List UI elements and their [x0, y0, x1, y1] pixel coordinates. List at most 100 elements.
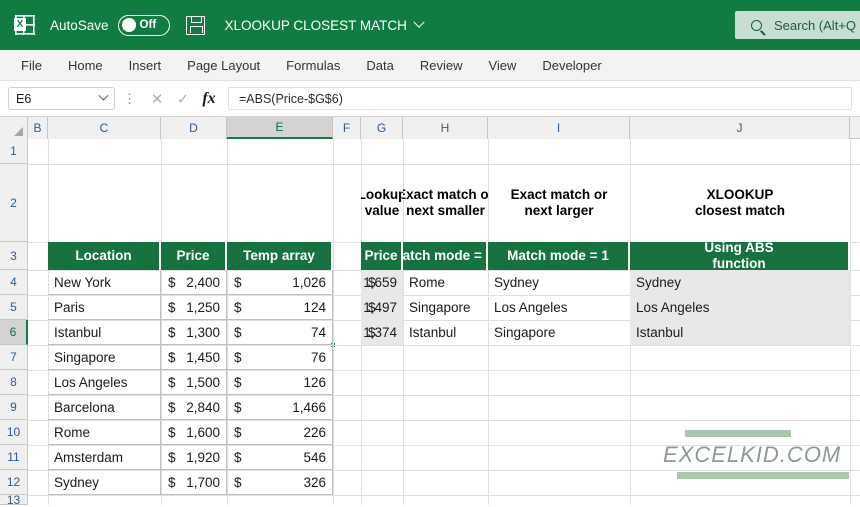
cell-location[interactable]: Amsterdam — [48, 445, 161, 470]
select-all-corner[interactable] — [0, 117, 28, 139]
left-header-D[interactable]: Price — [161, 242, 227, 270]
name-box[interactable]: E6 — [8, 87, 115, 110]
cell-lookup-price[interactable]: $1,659 — [361, 270, 403, 295]
column-header-H[interactable]: H — [403, 117, 488, 139]
column-header-E[interactable]: E — [227, 117, 333, 139]
ribbon-tab-page-layout[interactable]: Page Layout — [174, 58, 273, 73]
cell-line: Using ABS — [704, 242, 774, 256]
column-header-D[interactable]: D — [161, 117, 227, 139]
cell-temp-array[interactable]: $226 — [227, 420, 333, 445]
cell-value: 226 — [303, 424, 326, 440]
left-header-C[interactable]: Location — [48, 242, 161, 270]
right-header-J[interactable]: Using ABS function — [630, 242, 850, 270]
cell-temp-array[interactable]: $76 — [227, 345, 333, 370]
cell-price[interactable]: $1,300 — [161, 320, 227, 345]
right-caption-G[interactable]: Lookup value — [361, 164, 403, 242]
row-header-11[interactable]: 11 — [0, 445, 28, 470]
right-header-G[interactable]: Price — [361, 242, 403, 270]
cell-location[interactable]: Los Angeles — [48, 370, 161, 395]
cell-location[interactable]: New York — [48, 270, 161, 295]
cell-price[interactable]: $1,700 — [161, 470, 227, 495]
cell-match-larger[interactable]: Los Angeles — [488, 295, 630, 320]
sheet-cells[interactable]: EXCELKID.COM Location Price Temp array New … — [28, 139, 860, 505]
cell-temp-array[interactable]: $546 — [227, 445, 333, 470]
row-header-6[interactable]: 6 — [0, 320, 28, 345]
formula-bar-grip: ⋮ — [123, 91, 136, 106]
cell-location[interactable]: Rome — [48, 420, 161, 445]
row-header-3[interactable]: 3 — [0, 242, 28, 270]
cell-location[interactable]: Singapore — [48, 345, 161, 370]
cell-temp-array[interactable]: $126 — [227, 370, 333, 395]
formula-input[interactable]: =ABS(Price-$G$6) — [228, 87, 852, 110]
cell-abs-match[interactable]: Los Angeles — [630, 295, 850, 320]
cell-temp-array[interactable]: $1,466 — [227, 395, 333, 420]
cancel-x-icon[interactable]: ✕ — [144, 90, 170, 108]
cell-match-smaller[interactable]: Rome — [403, 270, 488, 295]
confirm-check-icon[interactable]: ✓ — [170, 90, 196, 108]
right-caption-J[interactable]: XLOOKUP closest match — [630, 164, 850, 242]
cell-location[interactable]: Paris — [48, 295, 161, 320]
cell-price[interactable]: $1,920 — [161, 445, 227, 470]
autosave-toggle[interactable]: Off — [117, 14, 170, 36]
cell-price[interactable]: $1,500 — [161, 370, 227, 395]
ribbon-tab-home[interactable]: Home — [55, 58, 116, 73]
cell-match-smaller[interactable]: Istanbul — [403, 320, 488, 345]
right-header-I[interactable]: Match mode = 1 — [488, 242, 630, 270]
ribbon-tab-insert[interactable]: Insert — [116, 58, 175, 73]
right-caption-H[interactable]: Exact match ornext smaller — [403, 164, 488, 242]
row-header-2[interactable]: 2 — [0, 164, 28, 242]
cell-price[interactable]: $1,450 — [161, 345, 227, 370]
row-header-5[interactable]: 5 — [0, 295, 28, 320]
search-input[interactable]: Search (Alt+Q — [735, 11, 860, 39]
right-caption-I[interactable]: Exact match or next larger — [488, 164, 630, 242]
cell-match-larger[interactable]: Sydney — [488, 270, 630, 295]
row-header-7[interactable]: 7 — [0, 345, 28, 370]
cell-price[interactable]: $2,840 — [161, 395, 227, 420]
cell-temp-array[interactable]: $74 — [227, 320, 333, 345]
row-header-12[interactable]: 12 — [0, 470, 28, 495]
autosave-label: AutoSave — [50, 17, 109, 33]
column-header-I[interactable]: I — [488, 117, 630, 139]
fx-icon[interactable]: fx — [196, 90, 222, 108]
cell-location[interactable]: Barcelona — [48, 395, 161, 420]
ribbon-tab-developer[interactable]: Developer — [529, 58, 614, 73]
column-header-C[interactable]: C — [48, 117, 161, 139]
cell-location[interactable]: Istanbul — [48, 320, 161, 345]
cell-price[interactable]: $1,600 — [161, 420, 227, 445]
column-header-F[interactable]: F — [333, 117, 361, 139]
column-header-B[interactable]: B — [28, 117, 48, 139]
cell-temp-array[interactable]: $326 — [227, 470, 333, 495]
right-header-H[interactable]: Match mode = -1 — [403, 242, 488, 270]
row-header-9[interactable]: 9 — [0, 395, 28, 420]
ribbon-tab-formulas[interactable]: Formulas — [273, 58, 353, 73]
watermark-bar-bottom — [677, 472, 849, 479]
ribbon-tab-view[interactable]: View — [475, 58, 529, 73]
cell-lookup-price[interactable]: $1,374 — [361, 320, 403, 345]
row-header-4[interactable]: 4 — [0, 270, 28, 295]
chevron-down-icon — [98, 90, 109, 101]
row-header-10[interactable]: 10 — [0, 420, 28, 445]
cell-temp-array[interactable]: $124 — [227, 295, 333, 320]
cell-match-smaller[interactable]: Singapore — [403, 295, 488, 320]
left-header-E[interactable]: Temp array — [227, 242, 333, 270]
cell-price[interactable]: $2,400 — [161, 270, 227, 295]
row-header-13[interactable]: 13 — [0, 493, 28, 507]
ribbon-tab-file[interactable]: File — [8, 58, 55, 73]
spreadsheet-grid[interactable]: BCDEFGHIJ 1 2 3 4 5 6 7 8 9 10 11 12 13 EXCELKID.COM… — [0, 117, 860, 507]
cell-price[interactable]: $1,250 — [161, 295, 227, 320]
row-header-1[interactable]: 1 — [0, 139, 28, 164]
cell-match-larger[interactable]: Singapore — [488, 320, 630, 345]
column-header-J[interactable]: J — [630, 117, 850, 139]
document-title-button[interactable]: XLOOKUP CLOSEST MATCH — [225, 16, 425, 33]
ribbon-tab-review[interactable]: Review — [407, 58, 476, 73]
cell-abs-match[interactable]: Istanbul — [630, 320, 850, 345]
row-header-8[interactable]: 8 — [0, 370, 28, 395]
cell-location[interactable]: Sydney — [48, 470, 161, 495]
column-header-G[interactable]: G — [361, 117, 403, 139]
save-icon[interactable] — [185, 15, 205, 35]
cell-abs-match[interactable]: Sydney — [630, 270, 850, 295]
ribbon-tab-data[interactable]: Data — [353, 58, 406, 73]
cell-line: value — [364, 203, 400, 218]
cell-lookup-price[interactable]: $1,497 — [361, 295, 403, 320]
cell-temp-array[interactable]: $1,026 — [227, 270, 333, 295]
